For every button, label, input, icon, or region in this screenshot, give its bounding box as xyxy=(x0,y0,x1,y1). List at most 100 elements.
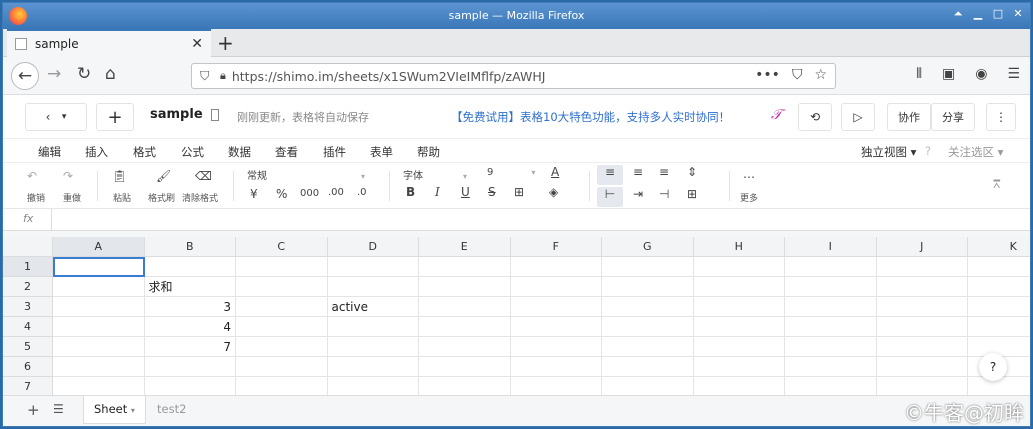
cell-A1[interactable] xyxy=(53,257,145,277)
cell-H5[interactable] xyxy=(693,337,785,357)
cell-F7[interactable] xyxy=(511,377,602,395)
row-header-7[interactable]: 7 xyxy=(3,377,53,395)
collapse-toolbar-icon[interactable]: ⩞ xyxy=(993,177,1000,192)
column-header-E[interactable]: E xyxy=(419,237,511,257)
select-all-corner[interactable] xyxy=(3,237,53,257)
cell-B4[interactable]: 4 xyxy=(144,317,236,337)
shade-icon[interactable]: ⏶ xyxy=(952,8,964,20)
column-header-B[interactable]: B xyxy=(144,237,236,257)
row-header-3[interactable]: 3 xyxy=(3,297,53,317)
cell-C6[interactable] xyxy=(236,357,328,377)
strikethrough-icon[interactable]: S xyxy=(488,185,496,199)
cell-G4[interactable] xyxy=(602,317,694,337)
cell-G2[interactable] xyxy=(602,277,694,297)
cell-F5[interactable] xyxy=(510,337,602,357)
sheet-list-icon[interactable]: ☰ xyxy=(53,402,64,416)
library-icon[interactable]: ⫴ xyxy=(916,66,922,82)
help-circle-icon[interactable]: ? xyxy=(925,144,931,158)
row-header-1[interactable]: 1 xyxy=(3,257,53,277)
menu-insert[interactable]: 插入 xyxy=(85,144,108,160)
decrease-decimal-button[interactable]: .0 xyxy=(357,187,367,198)
font-size-select[interactable]: 9 ▾ xyxy=(487,167,535,178)
fill-color-icon[interactable]: ◈ xyxy=(549,185,558,199)
cell-E5[interactable] xyxy=(419,337,511,357)
history-icon[interactable]: ⟲ xyxy=(798,103,832,131)
nav-back-button[interactable]: ‹ ▾ xyxy=(25,103,87,131)
minimize-icon[interactable]: ▁ xyxy=(972,8,984,20)
cell-E4[interactable] xyxy=(419,317,511,337)
cell-B6[interactable] xyxy=(144,357,236,377)
cell-K7[interactable] xyxy=(968,377,1030,395)
cell-G6[interactable] xyxy=(602,357,694,377)
align-right-icon[interactable]: ≡ xyxy=(659,165,669,179)
cell-I4[interactable] xyxy=(785,317,877,337)
menu-formula[interactable]: 公式 xyxy=(181,144,204,160)
font-color-icon[interactable]: A xyxy=(551,165,559,179)
sheet-tab-test2[interactable]: test2 xyxy=(147,396,196,424)
cell-I7[interactable] xyxy=(785,377,877,395)
currency-button[interactable]: ¥ xyxy=(250,187,258,201)
increase-decimal-button[interactable]: .00 xyxy=(328,187,344,198)
cell-F4[interactable] xyxy=(510,317,602,337)
cell-E7[interactable] xyxy=(419,377,511,395)
close-window-icon[interactable]: ✕ xyxy=(1012,8,1024,20)
column-header-A[interactable]: A xyxy=(53,237,145,257)
column-header-C[interactable]: C xyxy=(236,237,328,257)
cell-J5[interactable] xyxy=(876,337,968,357)
reload-icon[interactable]: ↻ xyxy=(77,64,91,84)
cell-A2[interactable] xyxy=(53,277,145,297)
cell-C2[interactable] xyxy=(236,277,328,297)
cell-F2[interactable] xyxy=(510,277,602,297)
sheet-tab-active[interactable]: Sheet ▾ xyxy=(83,396,146,424)
cell-K3[interactable] xyxy=(968,297,1030,317)
column-header-H[interactable]: H xyxy=(693,237,785,257)
add-sheet-icon[interactable]: + xyxy=(27,401,40,419)
cell-B3[interactable]: 3 xyxy=(144,297,236,317)
menu-icon[interactable]: ☰ xyxy=(1007,66,1020,82)
row-header-2[interactable]: 2 xyxy=(3,277,53,297)
format-painter-icon[interactable]: 🖌︎ xyxy=(156,169,171,183)
sidebar-icon[interactable]: ▣ xyxy=(942,66,955,82)
cell-J6[interactable] xyxy=(876,357,968,377)
cell-G5[interactable] xyxy=(602,337,694,357)
font-select[interactable]: 字体 ▾ xyxy=(403,167,467,182)
column-header-K[interactable]: K xyxy=(968,237,1030,257)
row-header-5[interactable]: 5 xyxy=(3,337,53,357)
cell-D1[interactable] xyxy=(327,257,419,277)
cell-K4[interactable] xyxy=(968,317,1030,337)
bookmark-icon[interactable] xyxy=(211,109,219,121)
cell-J2[interactable] xyxy=(876,277,968,297)
column-header-D[interactable]: D xyxy=(327,237,419,257)
cell-H2[interactable] xyxy=(693,277,785,297)
cell-I2[interactable] xyxy=(785,277,877,297)
home-icon[interactable]: ⌂ xyxy=(105,64,116,84)
menu-plugins[interactable]: 插件 xyxy=(323,144,346,160)
menu-data[interactable]: 数据 xyxy=(228,144,251,160)
browser-tab[interactable]: sample ✕ xyxy=(7,29,211,57)
align-left-icon[interactable]: ≡ xyxy=(597,165,623,185)
standalone-view-dropdown[interactable]: 独立视图 ▾ xyxy=(861,144,916,160)
cell-B5[interactable]: 7 xyxy=(144,337,236,357)
wrap-icon[interactable]: ⇥ xyxy=(633,187,643,201)
cell-C7[interactable] xyxy=(236,377,328,395)
cell-K1[interactable] xyxy=(968,257,1030,277)
back-icon[interactable]: ← xyxy=(11,62,39,90)
play-icon[interactable]: ▷ xyxy=(841,103,875,131)
cell-F6[interactable] xyxy=(510,357,602,377)
row-header-6[interactable]: 6 xyxy=(3,357,53,377)
column-header-G[interactable]: G xyxy=(602,237,694,257)
brand-icon[interactable]: 𝒯 xyxy=(771,107,782,123)
cell-D2[interactable] xyxy=(327,277,419,297)
cell-B7[interactable] xyxy=(145,377,236,395)
cell-A4[interactable] xyxy=(53,317,145,337)
cell-C3[interactable] xyxy=(236,297,328,317)
pocket-icon[interactable]: ⛉ xyxy=(792,67,803,83)
collab-button[interactable]: 协作 xyxy=(887,103,931,131)
column-header-F[interactable]: F xyxy=(510,237,602,257)
thousands-button[interactable]: 000 xyxy=(300,188,319,199)
cell-F1[interactable] xyxy=(510,257,602,277)
more-tools-icon[interactable]: … xyxy=(743,167,755,181)
cell-K2[interactable] xyxy=(968,277,1030,297)
cell-J3[interactable] xyxy=(876,297,968,317)
cell-F3[interactable] xyxy=(510,297,602,317)
